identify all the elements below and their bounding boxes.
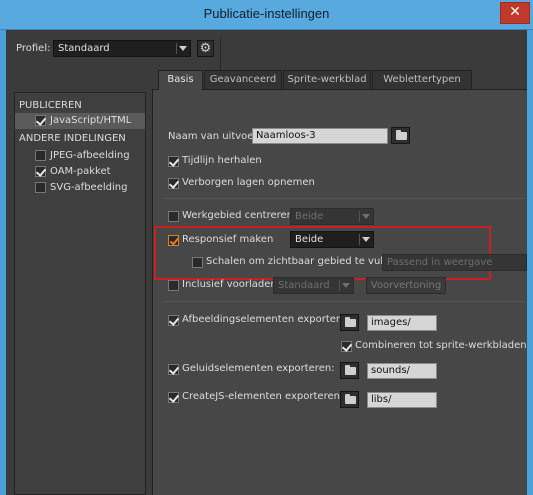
tab-basis[interactable]: Basis — [158, 70, 203, 90]
images-path-input[interactable]: images/ — [367, 315, 437, 331]
sounds-folder-button[interactable] — [340, 362, 359, 379]
sidebar-checkbox-javascript-html[interactable] — [35, 115, 46, 126]
sidebar-item-svg[interactable]: SVG-afbeelding — [15, 180, 145, 196]
center-stage-checkbox[interactable] — [168, 211, 179, 222]
combine-sprites-label: Combineren tot sprite-werkbladen — [355, 340, 527, 351]
output-folder-button[interactable] — [391, 127, 410, 144]
sidebar-checkbox-jpeg[interactable] — [35, 150, 46, 161]
sidebar-item-javascript-html[interactable]: JavaScript/HTML — [15, 113, 145, 129]
folder-icon — [396, 130, 407, 140]
scale-visible-label: Schalen om zichtbaar gebied te vullen — [206, 256, 399, 267]
chevron-down-icon — [362, 237, 370, 242]
preloader-label: Inclusief voorlader — [182, 279, 275, 290]
chevron-down-icon — [362, 214, 370, 219]
export-sounds-label: Geluidselementen exporteren: — [182, 363, 335, 374]
sidebar-item-label: OAM-pakket — [50, 166, 111, 177]
hidden-layers-checkbox[interactable] — [168, 178, 179, 189]
sidebar-item-label: JPEG-afbeelding — [50, 150, 130, 161]
folder-icon — [345, 317, 356, 327]
export-createjs-checkbox[interactable] — [168, 392, 179, 403]
profile-label: Profiel: — [16, 43, 51, 54]
export-images-label: Afbeeldingselementen exporteren: — [182, 314, 356, 325]
profile-settings-button[interactable]: ⚙ — [197, 40, 214, 57]
sidebar-item-label: SVG-afbeelding — [50, 182, 128, 193]
folder-icon — [345, 365, 356, 375]
chevron-down-icon — [179, 46, 187, 51]
folder-icon — [345, 394, 356, 404]
responsive-value: Beide — [295, 234, 324, 245]
gear-icon: ⚙ — [199, 41, 212, 56]
preview-button[interactable]: Voorvertoning — [366, 277, 446, 294]
scale-value: Passend in weergave — [387, 257, 493, 268]
responsive-select[interactable]: Beide — [290, 231, 374, 248]
separator — [163, 198, 525, 199]
scale-select[interactable]: Passend in weergave — [382, 254, 527, 271]
center-stage-select[interactable]: Beide — [290, 208, 374, 225]
sidebar-item-jpeg[interactable]: JPEG-afbeelding — [15, 148, 145, 164]
profile-value: Standaard — [58, 43, 110, 54]
sidebar-checkbox-oam[interactable] — [35, 166, 46, 177]
preloader-value: Standaard — [278, 280, 330, 291]
combine-sprites-checkbox[interactable] — [341, 341, 352, 352]
sidebar-item-oam[interactable]: OAM-pakket — [15, 164, 145, 180]
libs-folder-button[interactable] — [340, 391, 359, 408]
loop-timeline-checkbox[interactable] — [168, 156, 179, 167]
responsive-label: Responsief maken — [182, 234, 274, 245]
sidebar-header-other: ANDERE INDELINGEN — [19, 133, 126, 144]
sidebar-item-label: JavaScript/HTML — [50, 115, 132, 126]
tab-sprite-werkblad[interactable]: Sprite-werkblad — [283, 70, 371, 89]
sounds-path-input[interactable]: sounds/ — [367, 363, 437, 379]
preloader-checkbox[interactable] — [168, 280, 179, 291]
preloader-select[interactable]: Standaard — [273, 277, 354, 294]
scale-visible-checkbox[interactable] — [192, 257, 203, 268]
profile-select[interactable]: Standaard — [53, 40, 191, 57]
separator — [163, 301, 525, 302]
responsive-checkbox[interactable] — [168, 235, 179, 246]
close-icon: ✕ — [509, 4, 521, 20]
loop-timeline-label: Tijdlijn herhalen — [182, 155, 262, 166]
close-button[interactable]: ✕ — [500, 2, 530, 24]
sidebar-checkbox-svg[interactable] — [35, 182, 46, 193]
window-title: Publicatie-instellingen — [203, 6, 330, 21]
libs-path-input[interactable]: libs/ — [367, 392, 437, 408]
sidebar-header-publish: PUBLICEREN — [19, 100, 82, 111]
tab-weblettertypen[interactable]: Weblettertypen — [372, 70, 472, 89]
export-images-checkbox[interactable] — [168, 315, 179, 326]
center-stage-label: Werkgebied centreren — [182, 210, 293, 221]
images-folder-button[interactable] — [340, 314, 359, 331]
hidden-layers-label: Verborgen lagen opnemen — [182, 177, 315, 188]
center-stage-value: Beide — [295, 211, 324, 222]
output-name-input[interactable]: Naamloos-3 — [252, 128, 388, 144]
export-createjs-label: CreateJS-elementen exporteren: — [182, 391, 344, 402]
export-sounds-checkbox[interactable] — [168, 364, 179, 375]
output-name-label: Naam van uitvoer: — [168, 131, 261, 142]
tab-geavanceerd[interactable]: Geavanceerd — [204, 70, 282, 89]
chevron-down-icon — [342, 283, 350, 288]
